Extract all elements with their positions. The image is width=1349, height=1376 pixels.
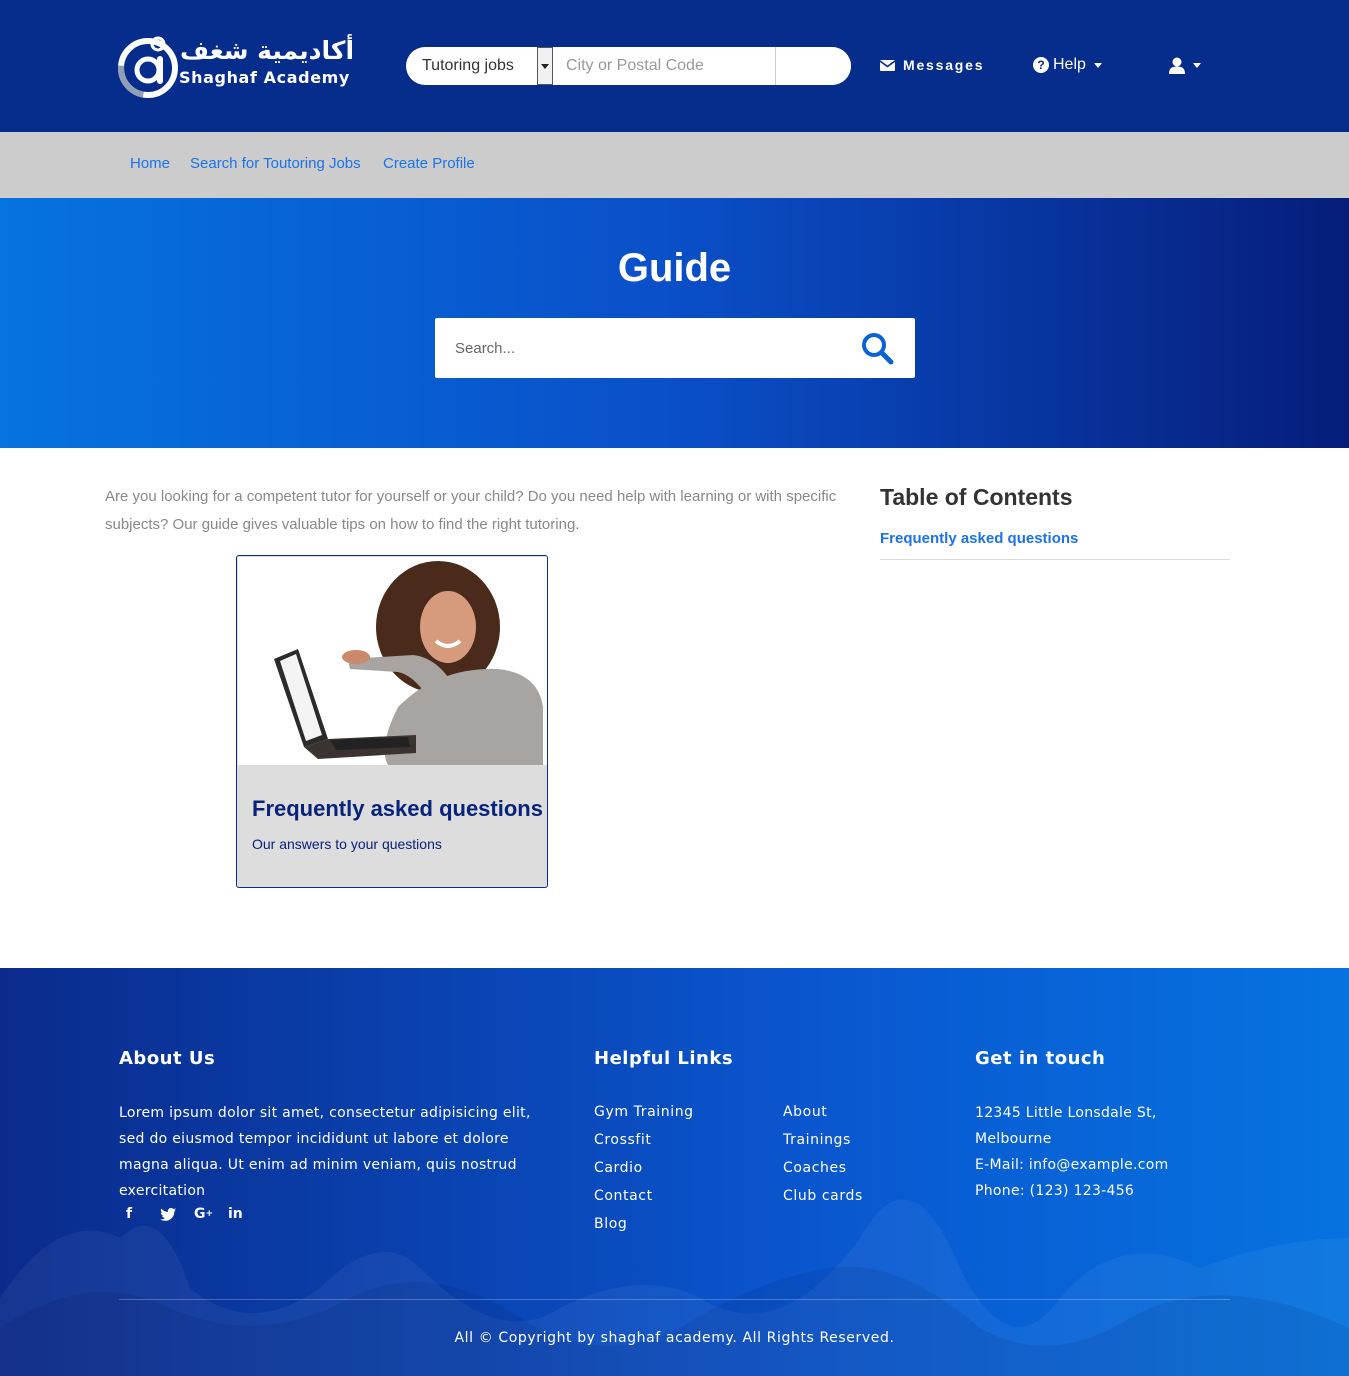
site-header: أكاديمية شغف Shaghaf Academy Tutoring jo…: [0, 0, 1349, 132]
footer-links-col2: About Trainings Coaches Club cards: [783, 1104, 863, 1216]
nav-home-link[interactable]: Home: [130, 155, 170, 172]
envelope-icon: [880, 59, 895, 71]
footer-link-contact[interactable]: Contact: [594, 1188, 694, 1216]
footer-social-links: f G + in: [126, 1204, 262, 1224]
user-menu-dropdown[interactable]: [1169, 57, 1201, 74]
facebook-icon[interactable]: f: [126, 1204, 160, 1224]
toc-heading: Table of Contents: [880, 484, 1073, 510]
footer-copyright: All © Copyright by shaghaf academy. All …: [454, 1330, 895, 1346]
footer-link-gym-training[interactable]: Gym Training: [594, 1104, 694, 1132]
logo-english-text: Shaghaf Academy: [179, 68, 350, 87]
job-search-bar: Tutoring jobs: [406, 47, 851, 85]
footer-link-trainings[interactable]: Trainings: [783, 1132, 863, 1160]
footer-links-heading: Helpful Links: [594, 1048, 734, 1069]
nav-search-jobs-link[interactable]: Search for Toutoring Jobs: [190, 155, 361, 172]
messages-link[interactable]: Messages: [880, 57, 984, 73]
footer-about-heading: About Us: [119, 1048, 216, 1069]
footer-link-about[interactable]: About: [783, 1104, 863, 1132]
guide-hero: Guide: [0, 198, 1349, 448]
logo-mark-icon: [118, 36, 178, 98]
contact-address-line1: 12345 Little Lonsdale St,: [975, 1105, 1157, 1121]
footer-link-cardio[interactable]: Cardio: [594, 1160, 694, 1188]
nav-create-profile-link[interactable]: Create Profile: [383, 155, 475, 172]
footer-link-crossfit[interactable]: Crossfit: [594, 1132, 694, 1160]
search-icon[interactable]: [859, 330, 895, 366]
faq-card-image: [238, 557, 547, 765]
job-type-dropdown-button[interactable]: [537, 47, 553, 85]
logo-arabic-text: أكاديمية شغف: [180, 36, 355, 65]
linkedin-icon[interactable]: in: [228, 1204, 262, 1224]
user-icon: [1169, 57, 1185, 74]
twitter-icon[interactable]: [160, 1204, 194, 1224]
contact-address-line2: Melbourne: [975, 1131, 1052, 1147]
site-footer: About Us Lorem ipsum dolor sit amet, con…: [0, 968, 1349, 1376]
google-plus-icon[interactable]: G +: [194, 1204, 228, 1224]
job-search-submit-button[interactable]: [775, 47, 851, 85]
job-type-select[interactable]: Tutoring jobs: [406, 47, 537, 85]
caret-down-icon: [541, 63, 549, 69]
footer-links-col1: Gym Training Crossfit Cardio Contact Blo…: [594, 1104, 694, 1244]
footer-contact-heading: Get in touch: [975, 1048, 1106, 1069]
footer-link-blog[interactable]: Blog: [594, 1216, 694, 1244]
faq-card[interactable]: Frequently asked questions Our answers t…: [236, 555, 548, 888]
toc-divider: [880, 559, 1230, 560]
footer-divider: [119, 1299, 1230, 1300]
guide-search-box: [435, 318, 915, 378]
contact-email[interactable]: E-Mail: info@example.com: [975, 1152, 1235, 1178]
breadcrumb-nav: Home Search for Toutoring Jobs Create Pr…: [0, 132, 1349, 198]
contact-phone[interactable]: Phone: (123) 123-456: [975, 1178, 1235, 1204]
footer-contact-info: 12345 Little Lonsdale St, Melbourne E-Ma…: [975, 1100, 1235, 1204]
chevron-down-icon: [1193, 63, 1201, 68]
chevron-down-icon: [1093, 62, 1102, 68]
question-circle-icon: ?: [1033, 57, 1049, 73]
toc-item-faq[interactable]: Frequently asked questions: [880, 530, 1078, 547]
footer-link-coaches[interactable]: Coaches: [783, 1160, 863, 1188]
messages-label: Messages: [903, 57, 985, 73]
city-postal-input[interactable]: [555, 47, 775, 85]
faq-card-subtitle: Our answers to your questions: [252, 836, 442, 852]
help-dropdown[interactable]: ? Help: [1033, 56, 1102, 74]
faq-card-title: Frequently asked questions: [252, 796, 543, 821]
help-label: Help: [1053, 56, 1086, 73]
page-title: Guide: [617, 246, 732, 290]
footer-link-club-cards[interactable]: Club cards: [783, 1188, 863, 1216]
site-logo[interactable]: أكاديمية شغف Shaghaf Academy: [118, 34, 354, 100]
guide-intro-text: Are you looking for a competent tutor fo…: [105, 488, 837, 533]
footer-about-text: Lorem ipsum dolor sit amet, consectetur …: [119, 1105, 531, 1199]
guide-search-input[interactable]: [435, 318, 845, 378]
